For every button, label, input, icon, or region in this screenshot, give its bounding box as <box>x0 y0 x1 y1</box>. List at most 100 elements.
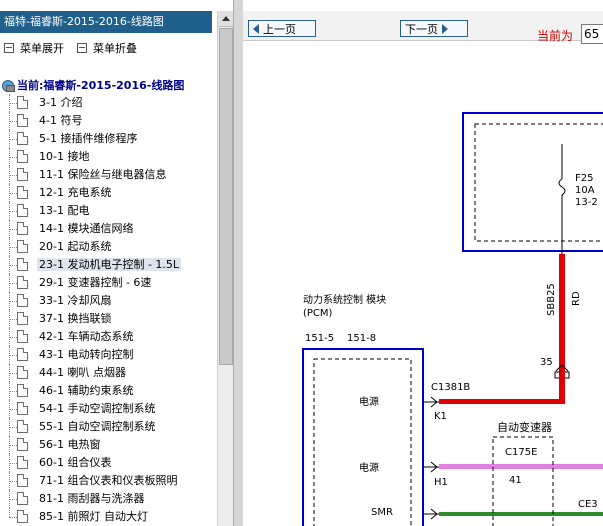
pcm-conn1: 151-5 <box>305 333 334 344</box>
tree-item-label: 81-1 雨刮器与洗涤器 <box>39 492 145 505</box>
pcm-abbr: (PCM) <box>303 308 333 319</box>
tree-item[interactable]: 55-1 自动空调控制系统 <box>0 418 218 436</box>
fuse-rating: 10A <box>575 185 595 196</box>
trans-title: 自动变速器 <box>497 420 552 434</box>
pcm-conn2: 151-8 <box>347 333 376 344</box>
green-wire <box>439 512 603 516</box>
tree-panel: 福特-福睿斯-2015-2016-线路图 菜单展开 菜单折叠 当前:福睿斯-20… <box>0 0 233 526</box>
document-icon <box>17 420 28 433</box>
tree-connector <box>9 139 17 140</box>
tree-scrollbar[interactable] <box>217 11 233 526</box>
expand-menu-button[interactable]: 菜单展开 <box>4 40 64 56</box>
tree-connector <box>9 499 17 500</box>
tree-connector <box>9 211 17 212</box>
tree-connector <box>9 229 17 230</box>
pin-41: 41 <box>509 475 522 486</box>
tree-item[interactable]: 37-1 换挡联锁 <box>0 310 218 328</box>
tree-item-label: 12-1 充电系统 <box>39 186 112 199</box>
tree-item-label: 56-1 电热窗 <box>39 438 101 451</box>
tree-item[interactable]: 10-1 接地 <box>0 148 218 166</box>
tree-item[interactable]: 85-1 前照灯 自动大灯 <box>0 508 218 525</box>
document-icon <box>17 276 28 289</box>
tree-item[interactable]: 56-1 电热窗 <box>0 436 218 454</box>
collapse-menu-label: 菜单折叠 <box>93 42 137 55</box>
document-icon <box>17 168 28 181</box>
tree-connector <box>9 247 17 248</box>
tree-item[interactable]: 46-1 辅助约束系统 <box>0 382 218 400</box>
tree-item-label: 71-1 组合仪表和仪表板照明 <box>39 474 178 487</box>
smr-label: SMR <box>371 507 393 518</box>
tree-item[interactable]: 43-1 电动转向控制 <box>0 346 218 364</box>
tree-item[interactable]: 81-1 雨刮器与洗涤器 <box>0 490 218 508</box>
tree-item[interactable]: 54-1 手动空调控制系统 <box>0 400 218 418</box>
document-icon <box>17 96 28 109</box>
document-icon <box>17 114 28 127</box>
fuse-icon <box>558 178 566 196</box>
document-icon <box>17 222 28 235</box>
tree-item[interactable]: 33-1 冷却风扇 <box>0 292 218 310</box>
tree-item[interactable]: 11-1 保险丝与继电器信息 <box>0 166 218 184</box>
tree-connector <box>9 463 17 464</box>
tree-connector <box>9 193 17 194</box>
tree-item[interactable]: 5-1 接插件维修程序 <box>0 130 218 148</box>
tree-item[interactable]: 23-1 发动机电子控制 - 1.5L <box>0 256 218 274</box>
collapse-menu-button[interactable]: 菜单折叠 <box>77 40 137 56</box>
conn-c1381b: C1381B <box>431 382 470 393</box>
tree-root-label: 当前:福睿斯-2015-2016-线路图 <box>17 79 185 92</box>
tree-item-label: 11-1 保险丝与继电器信息 <box>39 168 167 181</box>
page-toolbar: 上一页 下一页 当前为 <box>243 11 603 44</box>
tree-item-label: 29-1 变速器控制 - 6速 <box>39 276 152 289</box>
tree-item[interactable]: 3-1 介绍 <box>0 94 218 112</box>
tree-item[interactable]: 4-1 符号 <box>0 112 218 130</box>
tree-connector <box>9 517 17 518</box>
document-icon <box>17 384 28 397</box>
tree-item-label: 60-1 组合仪表 <box>39 456 112 469</box>
wire-color: RD <box>571 291 582 306</box>
power-label-2: 电源 <box>359 461 379 474</box>
tree-item[interactable]: 12-1 充电系统 <box>0 184 218 202</box>
tree-item[interactable]: 13-1 配电 <box>0 202 218 220</box>
arrow-right-icon <box>442 23 448 34</box>
tree-connector <box>9 301 17 302</box>
tree-connector <box>9 373 17 374</box>
pcm-box <box>302 348 424 526</box>
tree-item-label: 55-1 自动空调控制系统 <box>39 420 156 433</box>
scroll-up-arrow-icon[interactable] <box>218 11 233 27</box>
pin-35: 35 <box>540 357 553 368</box>
pcm-inner <box>313 358 412 526</box>
pcm-title: 动力系统控制 模块 <box>303 293 386 306</box>
tree-item-label: 33-1 冷却风扇 <box>39 294 112 307</box>
tree-item[interactable]: 71-1 组合仪表和仪表板照明 <box>0 472 218 490</box>
next-page-button[interactable]: 下一页 <box>400 20 468 37</box>
document-icon <box>17 492 28 505</box>
tree-connector <box>9 481 17 482</box>
tree-item[interactable]: 14-1 模块通信网络 <box>0 220 218 238</box>
tree-item-label: 10-1 接地 <box>39 150 90 163</box>
tree-item[interactable]: 20-1 起动系统 <box>0 238 218 256</box>
tree-item-label: 14-1 模块通信网络 <box>39 222 134 235</box>
tree-item[interactable]: 44-1 喇叭 点烟器 <box>0 364 218 382</box>
tree-item[interactable]: 60-1 组合仪表 <box>0 454 218 472</box>
red-wire-horizontal <box>439 399 565 404</box>
next-page-label: 下一页 <box>405 22 438 36</box>
tree-root[interactable]: 当前:福睿斯-2015-2016-线路图 <box>2 78 184 92</box>
tree-item-label: 23-1 发动机电子控制 - 1.5L <box>37 258 182 271</box>
tree-item-label: 20-1 起动系统 <box>39 240 112 253</box>
prev-page-button[interactable]: 上一页 <box>248 20 316 37</box>
document-icon <box>17 330 28 343</box>
tree-item-label: 54-1 手动空调控制系统 <box>39 402 156 415</box>
tree-item[interactable]: 29-1 变速器控制 - 6速 <box>0 274 218 292</box>
red-wire-drop <box>559 372 565 402</box>
pin-h1: H1 <box>434 477 448 488</box>
tree-connector <box>9 103 17 104</box>
scroll-thumb[interactable] <box>219 28 233 365</box>
menu-expand-icon <box>4 43 14 53</box>
document-icon <box>17 348 28 361</box>
tree-connector <box>9 391 17 392</box>
document-icon <box>17 312 28 325</box>
globe-icon <box>2 79 15 92</box>
document-icon <box>17 456 28 469</box>
fuse-location: 13-2 <box>575 197 598 208</box>
tree-item[interactable]: 42-1 车辆动态系统 <box>0 328 218 346</box>
panel-splitter[interactable] <box>233 0 243 526</box>
